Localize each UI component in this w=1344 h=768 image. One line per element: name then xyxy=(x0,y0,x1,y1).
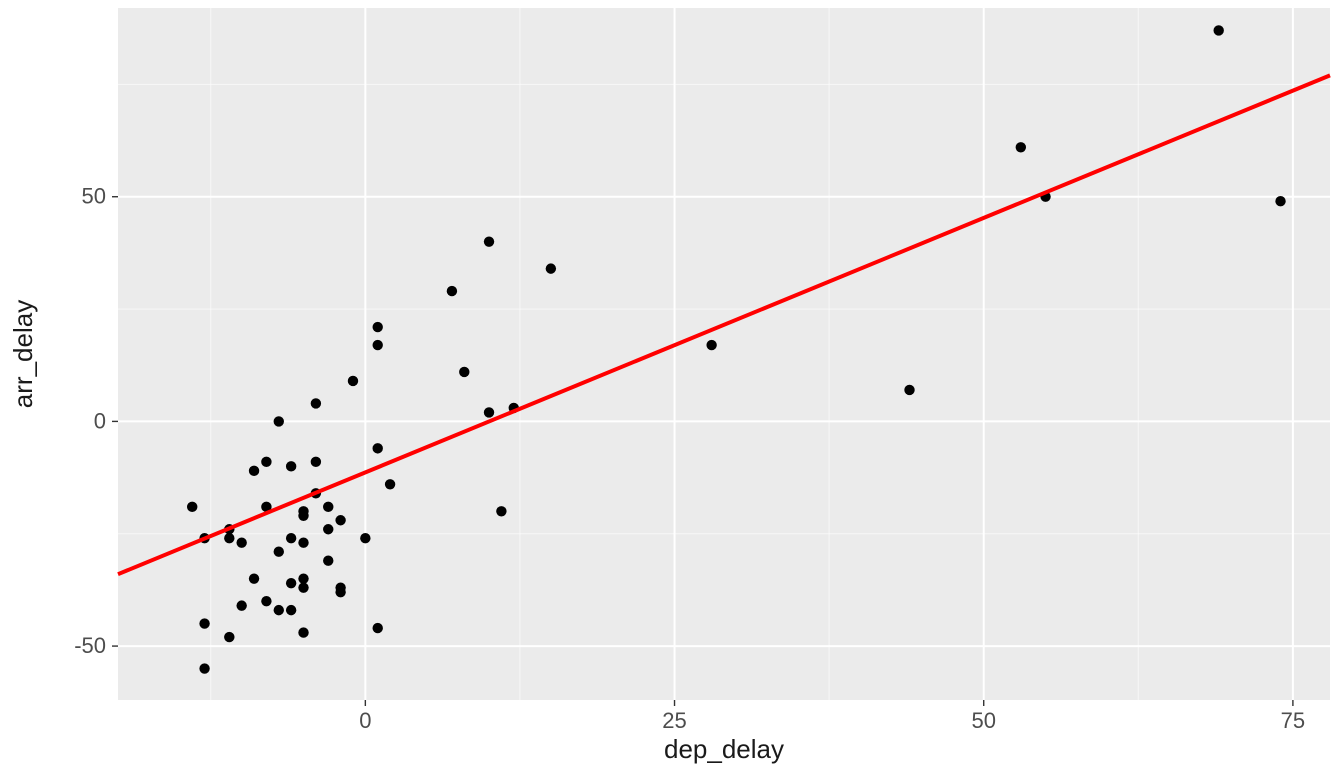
data-point xyxy=(298,511,308,521)
data-point xyxy=(286,533,296,543)
x-axis-title: dep_delay xyxy=(664,734,784,764)
data-point xyxy=(447,286,457,296)
plot-panel xyxy=(118,8,1330,700)
data-point xyxy=(236,600,246,610)
data-point xyxy=(286,461,296,471)
data-point xyxy=(187,502,197,512)
data-point xyxy=(360,533,370,543)
data-point xyxy=(249,466,259,476)
data-point xyxy=(1016,142,1026,152)
y-tick-label: 0 xyxy=(94,408,106,433)
data-point xyxy=(323,502,333,512)
data-point xyxy=(496,506,506,516)
data-point xyxy=(236,538,246,548)
data-point xyxy=(385,479,395,489)
x-tick-label: 0 xyxy=(359,708,371,733)
data-point xyxy=(373,340,383,350)
data-point xyxy=(199,618,209,628)
data-point xyxy=(298,627,308,637)
x-tick-label: 50 xyxy=(971,708,995,733)
data-point xyxy=(261,596,271,606)
data-point xyxy=(546,263,556,273)
y-tick-label: -50 xyxy=(74,633,106,658)
data-point xyxy=(348,376,358,386)
data-point xyxy=(224,533,234,543)
data-point xyxy=(323,524,333,534)
data-point xyxy=(298,573,308,583)
data-point xyxy=(484,407,494,417)
y-axis-title: arr_delay xyxy=(8,300,38,408)
data-point xyxy=(373,623,383,633)
data-point xyxy=(274,547,284,557)
data-point xyxy=(459,367,469,377)
data-point xyxy=(261,457,271,467)
x-tick-label: 25 xyxy=(662,708,686,733)
data-point xyxy=(286,578,296,588)
data-point xyxy=(311,398,321,408)
x-tick-label: 75 xyxy=(1281,708,1305,733)
data-point xyxy=(224,632,234,642)
chart-svg: 0 25 50 75 -50 0 50 dep_delay arr_delay xyxy=(0,0,1344,768)
data-point xyxy=(373,322,383,332)
data-point xyxy=(199,663,209,673)
data-point xyxy=(286,605,296,615)
data-point xyxy=(298,538,308,548)
data-point xyxy=(298,582,308,592)
data-point xyxy=(1213,25,1223,35)
data-point xyxy=(274,605,284,615)
data-point xyxy=(484,236,494,246)
data-point xyxy=(274,416,284,426)
y-tick-label: 50 xyxy=(82,184,106,209)
data-point xyxy=(706,340,716,350)
data-point xyxy=(1275,196,1285,206)
data-point xyxy=(373,443,383,453)
data-point xyxy=(904,385,914,395)
data-point xyxy=(311,457,321,467)
scatter-plot: 0 25 50 75 -50 0 50 dep_delay arr_delay xyxy=(0,0,1344,768)
data-point xyxy=(335,515,345,525)
data-point xyxy=(335,587,345,597)
data-point xyxy=(249,573,259,583)
data-point xyxy=(323,556,333,566)
